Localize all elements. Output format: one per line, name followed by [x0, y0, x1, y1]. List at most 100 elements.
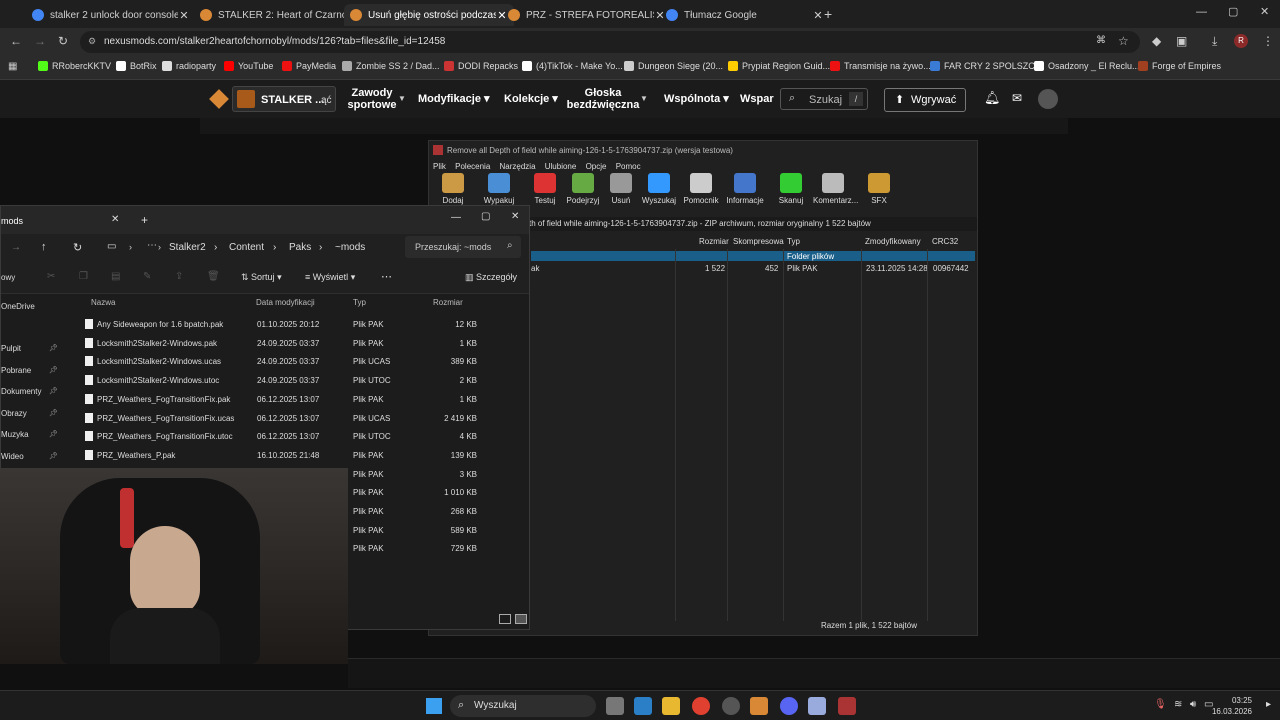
taskbar-search[interactable]: ⌕ Wyszukaj: [450, 695, 596, 717]
search-input[interactable]: ⌕ Szukaj /: [780, 88, 868, 110]
nav-sports[interactable]: Zawody sportowe: [346, 87, 398, 111]
explorer-tab-title[interactable]: mods: [1, 216, 23, 226]
file-row[interactable]: PRZ_Weathers_FogTransitionFix.ucas 06.12.…: [1, 409, 529, 427]
file-row[interactable]: Locksmith2Stalker2-Windows.pak 24.09.2025…: [1, 334, 529, 352]
breadcrumb-mods[interactable]: ~mods: [335, 242, 365, 253]
mail-icon[interactable]: ✉: [1012, 91, 1022, 105]
game-selector[interactable]: STALKER ... ąć: [232, 86, 336, 112]
file-row[interactable]: Locksmith2Stalker2-Windows.ucas 24.09.202…: [1, 352, 529, 370]
col-size[interactable]: Rozmiar: [433, 298, 463, 307]
winrar-tool-button[interactable]: Pomocnik: [681, 173, 721, 205]
copy-icon[interactable]: ❐: [79, 271, 88, 282]
nav-community[interactable]: Wspólnota ▾: [664, 93, 729, 105]
col-modified[interactable]: Zmodyfikowany: [865, 237, 921, 246]
breadcrumb-content[interactable]: Content: [229, 242, 264, 253]
game-launcher-icon[interactable]: [750, 697, 768, 715]
reload-icon[interactable]: ↻: [58, 34, 68, 48]
browser-tab[interactable]: stalker 2 unlock door console c ✕: [26, 4, 196, 26]
steam-icon[interactable]: [722, 697, 740, 715]
upload-button[interactable]: ⬆ Wgrywać: [884, 88, 966, 112]
notification-bell-icon[interactable]: 🔔︎: [984, 90, 1001, 106]
widgets-icon[interactable]: [634, 697, 652, 715]
close-icon[interactable]: ✕: [511, 211, 519, 222]
browser-tab[interactable]: Tłumacz Google ✕: [660, 4, 830, 26]
maximize-icon[interactable]: ▢: [481, 211, 490, 222]
delete-icon[interactable]: 🗑︎: [207, 271, 220, 282]
col-type[interactable]: Typ: [787, 237, 800, 246]
profile-avatar[interactable]: R: [1234, 34, 1248, 48]
close-icon[interactable]: ✕: [1260, 5, 1269, 18]
folder-up-row[interactable]: Folder plików: [531, 251, 975, 261]
bookmark-item[interactable]: radioparty: [162, 61, 216, 71]
menu-favorites[interactable]: Ulubione: [545, 162, 577, 171]
bookmark-item[interactable]: Osadzony _ El Reclu...: [1034, 61, 1140, 71]
close-tab-icon[interactable]: ✕: [178, 9, 190, 22]
winrar-tool-button[interactable]: Dodaj: [433, 173, 473, 205]
file-explorer-icon[interactable]: [662, 697, 680, 715]
winrar-tool-button[interactable]: Skanuj: [771, 173, 811, 205]
nav-mods[interactable]: Modyfikacje ▾: [418, 93, 490, 105]
details-view-icon[interactable]: [499, 614, 511, 624]
maximize-icon[interactable]: ▢: [1228, 5, 1238, 18]
menu-file[interactable]: Plik: [433, 162, 446, 171]
bookmark-item[interactable]: Zombie SS 2 / Dad...: [342, 61, 440, 71]
windows-start-icon[interactable]: [426, 698, 442, 714]
volume-icon[interactable]: 🔊︎: [1190, 699, 1196, 710]
close-tab-icon[interactable]: ✕: [111, 214, 119, 225]
back-icon[interactable]: ←: [10, 34, 22, 48]
bookmark-item[interactable]: Forge of Empires: [1138, 61, 1221, 71]
nav-collections[interactable]: Kolekcje ▾: [504, 93, 558, 105]
bookmark-item[interactable]: YouTube: [224, 61, 273, 71]
file-row[interactable]: Any Sideweapon for 1.6 bpatch.pak 01.10.2…: [1, 315, 529, 333]
site-info-icon[interactable]: ⚙: [88, 36, 96, 47]
file-row[interactable]: Locksmith2Stalker2-Windows.utoc 24.09.202…: [1, 371, 529, 389]
bookmark-item[interactable]: FAR CRY 2 SPOLSZC...: [930, 61, 1042, 71]
file-row[interactable]: PRZ_Weathers_FogTransitionFix.utoc 06.12.…: [1, 427, 529, 445]
user-avatar[interactable]: [1038, 89, 1058, 109]
sidebar-item[interactable]: OneDrive: [1, 302, 61, 311]
forward-icon[interactable]: →: [34, 34, 46, 48]
sort-button[interactable]: ⇅ Sortuj ▾: [241, 272, 282, 283]
chrome-icon[interactable]: [692, 697, 710, 715]
menu-help[interactable]: Pomoc: [616, 162, 641, 171]
col-date[interactable]: Data modyfikacji: [256, 298, 315, 307]
browser-tab[interactable]: PRZ - STREFA FOTOREALISTYC✕: [502, 4, 672, 26]
more-options-icon[interactable]: ⋯: [381, 270, 392, 283]
new-tab-button[interactable]: +: [824, 6, 832, 22]
more-crumbs-icon[interactable]: ⋯: [147, 240, 157, 251]
apps-grid-icon[interactable]: ▦: [8, 61, 17, 72]
translate-icon[interactable]: ⌘: [1096, 35, 1106, 46]
bookmark-item[interactable]: RRobercKKTV: [38, 61, 111, 71]
minimize-icon[interactable]: —: [451, 212, 461, 223]
paste-icon[interactable]: ▤: [111, 271, 120, 282]
col-crc[interactable]: CRC32: [932, 237, 958, 246]
browser-tab[interactable]: Usuń głębię ostrości podczas c ✕: [344, 4, 514, 26]
wifi-icon[interactable]: ≋: [1174, 699, 1182, 710]
share-icon[interactable]: ⇪: [175, 271, 183, 282]
menu-tools[interactable]: Narzędzia: [500, 162, 536, 171]
discord-icon[interactable]: [780, 697, 798, 715]
menu-options[interactable]: Opcje: [586, 162, 607, 171]
task-view-icon[interactable]: [606, 697, 624, 715]
winrar-tool-button[interactable]: Komentarz...: [813, 173, 858, 205]
winrar-tool-button[interactable]: Usuń: [601, 173, 641, 205]
download-icon[interactable]: ⤓: [1212, 34, 1217, 49]
bookmark-item[interactable]: Prypiat Region Guid...: [728, 61, 830, 71]
new-button[interactable]: owy: [1, 273, 15, 282]
notifications-icon[interactable]: ▸: [1266, 699, 1271, 710]
system-clock[interactable]: 03:25 16.03.2026: [1212, 695, 1252, 717]
new-tab-icon[interactable]: +: [141, 213, 148, 227]
col-type[interactable]: Typ: [353, 298, 366, 307]
bookmark-item[interactable]: (4)TikTok - Make Yo...: [522, 61, 623, 71]
winrar-tool-button[interactable]: SFX: [859, 173, 899, 205]
explorer-search-input[interactable]: Przeszukaj: ~mods ⌕: [405, 236, 521, 258]
menu-icon[interactable]: ⋮: [1262, 34, 1274, 48]
file-row[interactable]: PRZ_Weathers_P.pak 16.10.2025 21:48 Plik P…: [1, 446, 529, 464]
forward-icon[interactable]: →: [11, 242, 21, 253]
url-field[interactable]: ⚙ nexusmods.com/stalker2heartofchornobyl…: [80, 31, 1140, 53]
breadcrumb-paks[interactable]: Paks: [289, 242, 311, 253]
close-tab-icon[interactable]: ✕: [812, 9, 824, 22]
bookmark-item[interactable]: PayMedia: [282, 61, 336, 71]
view-button[interactable]: ≡ Wyświetl ▾: [305, 272, 355, 283]
monitor-icon[interactable]: ▭: [107, 241, 116, 252]
